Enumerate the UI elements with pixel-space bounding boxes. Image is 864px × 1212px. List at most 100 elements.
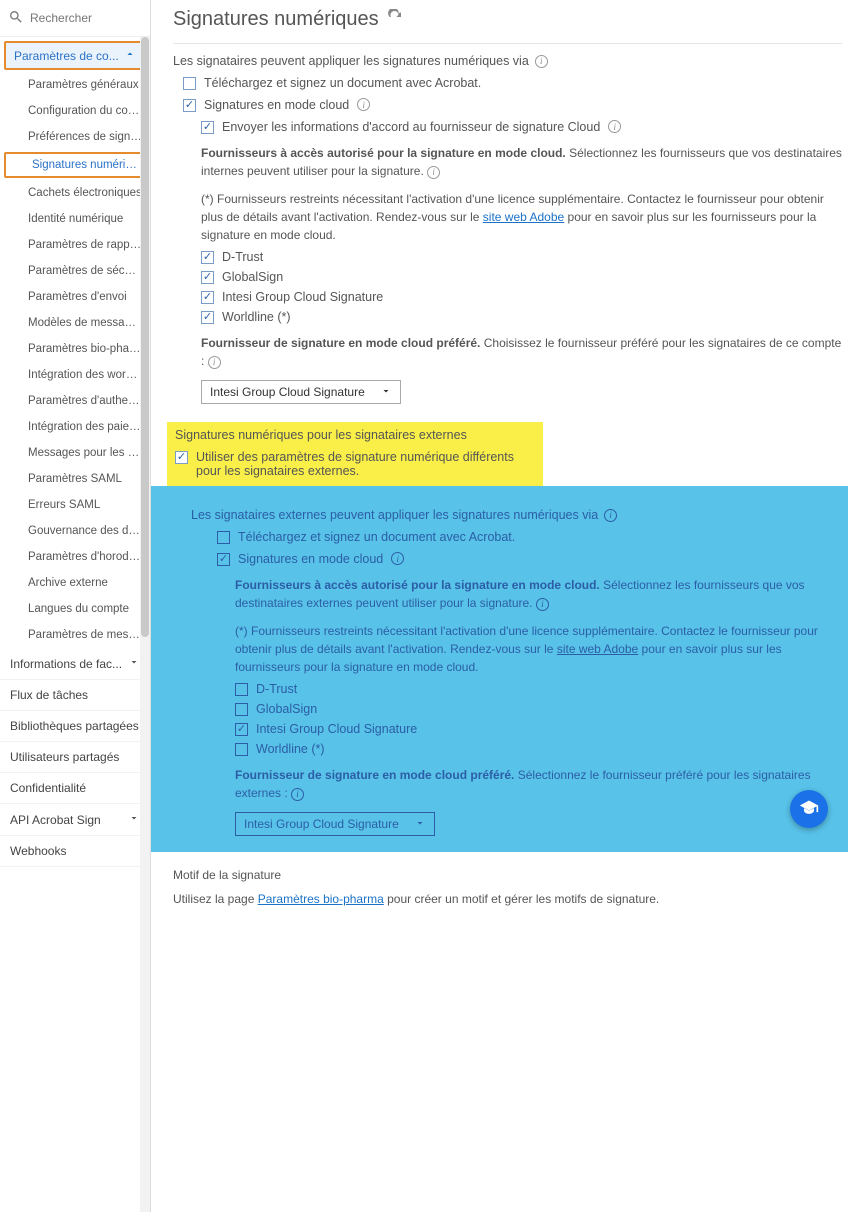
checkbox-send-info[interactable]: Envoyer les informations d'accord au fou…	[201, 120, 842, 134]
checkbox-icon[interactable]	[235, 743, 248, 756]
checkbox-icon[interactable]	[201, 121, 214, 134]
intro-label: Les signataires externes peuvent appliqu…	[191, 508, 598, 522]
sidebar-item-signature-prefs[interactable]: Préférences de signature	[0, 124, 150, 150]
checkbox-icon[interactable]	[235, 703, 248, 716]
info-icon[interactable]: i	[208, 356, 221, 369]
checkbox-provider-intesi[interactable]: Intesi Group Cloud Signature	[201, 290, 842, 304]
checkbox-cloud-signatures[interactable]: Signatures en mode cloud i	[183, 98, 842, 112]
info-icon[interactable]: i	[291, 788, 304, 801]
sidebar-sub-list: Paramètres généraux Configuration du com…	[0, 72, 150, 648]
select-value: Intesi Group Cloud Signature	[210, 385, 365, 399]
checkbox-icon[interactable]	[201, 311, 214, 324]
checkbox-download-acrobat[interactable]: Téléchargez et signez un document avec A…	[183, 76, 842, 90]
info-icon[interactable]: i	[604, 509, 617, 522]
sidebar-item-message-templates[interactable]: Modèles de messages	[0, 310, 150, 336]
sidebar-item-electronic-seals[interactable]: Cachets électroniques	[0, 180, 150, 206]
sidebar-item-signer-messages[interactable]: Messages pour les sign...	[0, 440, 150, 466]
info-icon[interactable]: i	[427, 166, 440, 179]
checkbox-external-cloud[interactable]: Signatures en mode cloud i	[217, 552, 836, 566]
sidebar-item-billing-info[interactable]: Informations de fac...	[0, 648, 150, 680]
external-providers-list: D-Trust GlobalSign Intesi Group Cloud Si…	[235, 682, 836, 756]
provider-label: GlobalSign	[222, 270, 283, 284]
sidebar-section-account-settings[interactable]: Paramètres de co...	[4, 41, 146, 70]
sidebar-item-bio-pharma[interactable]: Paramètres bio-pharma	[0, 336, 150, 362]
sidebar-item-send-settings[interactable]: Paramètres d'envoi	[0, 284, 150, 310]
external-signers-title: Signatures numériques pour les signatair…	[175, 428, 535, 442]
sidebar-item-api[interactable]: API Acrobat Sign	[0, 804, 150, 836]
search-box[interactable]	[0, 0, 150, 36]
sidebar-item-digital-identity[interactable]: Identité numérique	[0, 206, 150, 232]
intro-label: Les signataires peuvent appliquer les si…	[173, 54, 529, 68]
sidebar-item-account-config[interactable]: Configuration du compte	[0, 98, 150, 124]
checkbox-provider-dtrust[interactable]: D-Trust	[201, 250, 842, 264]
checkbox-icon[interactable]	[201, 271, 214, 284]
sidebar-item-account-languages[interactable]: Langues du compte	[0, 596, 150, 622]
help-fab[interactable]	[790, 790, 828, 828]
signature-reason-title: Motif de la signature	[173, 866, 842, 884]
info-icon[interactable]: i	[536, 598, 549, 611]
sidebar-item-message-settings[interactable]: Paramètres de message...	[0, 622, 150, 648]
checkbox-external-provider-worldline[interactable]: Worldline (*)	[235, 742, 836, 756]
provider-label: D-Trust	[222, 250, 263, 264]
page-title-text: Signatures numériques	[173, 8, 379, 31]
checkbox-icon[interactable]	[217, 531, 230, 544]
provider-label: Worldline (*)	[256, 742, 325, 756]
provider-label: Worldline (*)	[222, 310, 291, 324]
external-providers-note: (*) Fournisseurs restreints nécessitant …	[235, 622, 836, 676]
provider-label: GlobalSign	[256, 702, 317, 716]
info-icon[interactable]: i	[357, 98, 370, 111]
sidebar-item-general[interactable]: Paramètres généraux	[0, 72, 150, 98]
checkbox-icon[interactable]	[217, 553, 230, 566]
chevron-down-icon	[128, 656, 140, 671]
info-icon[interactable]: i	[391, 552, 404, 565]
info-icon[interactable]: i	[608, 120, 621, 133]
info-icon[interactable]: i	[535, 55, 548, 68]
checkbox-icon[interactable]	[235, 723, 248, 736]
sidebar-item-workflow-integration[interactable]: Intégration des workflo...	[0, 362, 150, 388]
sidebar-item-shared-libraries[interactable]: Bibliothèques partagées	[0, 711, 150, 742]
checkbox-label: Signatures en mode cloud	[238, 552, 383, 566]
chevron-down-icon	[414, 817, 426, 832]
sidebar-item-privacy[interactable]: Confidentialité	[0, 773, 150, 804]
checkbox-icon[interactable]	[183, 77, 196, 90]
checkbox-provider-globalsign[interactable]: GlobalSign	[201, 270, 842, 284]
external-preferred-select[interactable]: Intesi Group Cloud Signature	[235, 812, 435, 836]
refresh-icon[interactable]	[387, 8, 403, 31]
sidebar-item-workflows[interactable]: Flux de tâches	[0, 680, 150, 711]
sidebar-item-timestamp-settings[interactable]: Paramètres d'horodatage	[0, 544, 150, 570]
sidebar-item-report-settings[interactable]: Paramètres de rapport	[0, 232, 150, 258]
sidebar-item-label: Utilisateurs partagés	[10, 750, 119, 764]
sidebar-item-digital-signatures[interactable]: Signatures numériques	[4, 152, 146, 178]
preferred-provider-select[interactable]: Intesi Group Cloud Signature	[201, 380, 401, 404]
sidebar-item-external-archive[interactable]: Archive externe	[0, 570, 150, 596]
checkbox-external-provider-globalsign[interactable]: GlobalSign	[235, 702, 836, 716]
bio-pharma-link[interactable]: Paramètres bio-pharma	[258, 892, 384, 906]
checkbox-icon[interactable]	[183, 99, 196, 112]
search-input[interactable]	[30, 11, 142, 25]
scrollbar[interactable]	[140, 37, 150, 1212]
sidebar-item-data-governance[interactable]: Gouvernance des donn...	[0, 518, 150, 544]
sidebar-item-security-settings[interactable]: Paramètres de sécurité	[0, 258, 150, 284]
scrollbar-thumb[interactable]	[141, 37, 149, 637]
checkbox-use-different-external[interactable]: Utiliser des paramètres de signature num…	[175, 450, 535, 478]
sidebar-item-saml-errors[interactable]: Erreurs SAML	[0, 492, 150, 518]
adobe-website-link[interactable]: site web Adobe	[483, 210, 564, 224]
sidebar-item-label: Webhooks	[10, 844, 66, 858]
adobe-website-link-external[interactable]: site web Adobe	[557, 642, 638, 656]
sidebar-item-saml-settings[interactable]: Paramètres SAML	[0, 466, 150, 492]
checkbox-external-download[interactable]: Téléchargez et signez un document avec A…	[217, 530, 836, 544]
checkbox-label: Téléchargez et signez un document avec A…	[238, 530, 515, 544]
sidebar-item-payment-integration[interactable]: Intégration des paieme...	[0, 414, 150, 440]
sidebar-item-auth-settings[interactable]: Paramètres d'authentifi...	[0, 388, 150, 414]
checkbox-external-provider-intesi[interactable]: Intesi Group Cloud Signature	[235, 722, 836, 736]
sidebar-item-shared-users[interactable]: Utilisateurs partagés	[0, 742, 150, 773]
checkbox-icon[interactable]	[175, 451, 188, 464]
checkbox-icon[interactable]	[201, 251, 214, 264]
preferred-provider-label: Fournisseur de signature en mode cloud p…	[201, 334, 842, 370]
sidebar-item-webhooks[interactable]: Webhooks	[0, 836, 150, 867]
checkbox-external-provider-dtrust[interactable]: D-Trust	[235, 682, 836, 696]
checkbox-icon[interactable]	[235, 683, 248, 696]
checkbox-icon[interactable]	[201, 291, 214, 304]
checkbox-provider-worldline[interactable]: Worldline (*)	[201, 310, 842, 324]
divider	[173, 43, 842, 44]
